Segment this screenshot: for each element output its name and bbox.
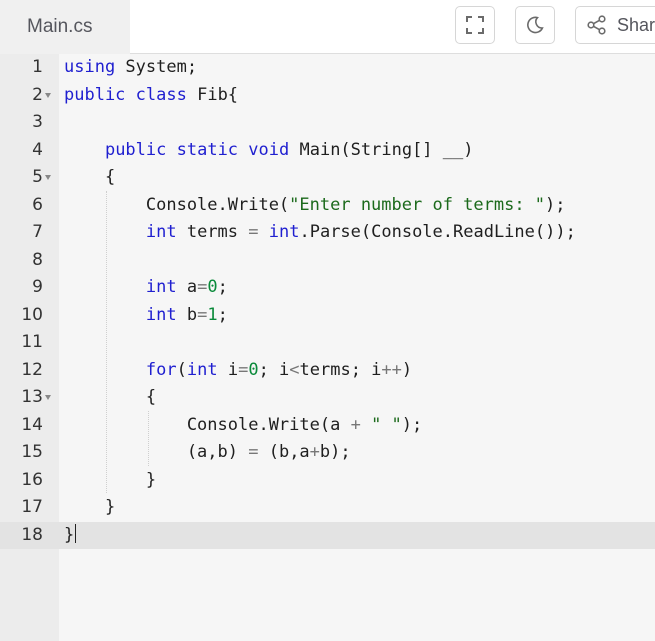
line-number: 9: [32, 277, 43, 297]
share-label: Share: [617, 14, 655, 35]
code-text: int b=1;: [145, 304, 228, 325]
code-line: 5 {: [0, 164, 655, 192]
line-number: 3: [32, 112, 43, 132]
code-line: 17 }: [0, 494, 655, 522]
code-text: }: [64, 523, 77, 545]
code-line: 4 public static void Main(String[] __): [0, 137, 655, 165]
code-line: 3: [0, 109, 655, 137]
code-text: Console.Write(a + " ");: [64, 414, 423, 435]
code-text: {: [64, 167, 116, 187]
line-number: 6: [32, 194, 43, 215]
line-number: 18: [21, 524, 43, 545]
fold-toggle-icon[interactable]: [45, 92, 51, 98]
code-line: 11: [0, 329, 655, 357]
line-number: 11: [21, 332, 43, 352]
fullscreen-icon: [466, 16, 484, 34]
code-text: int a=0;: [145, 277, 228, 297]
code-text: public class Fib{: [64, 84, 239, 105]
file-tab[interactable]: Main.cs: [0, 0, 130, 54]
code-line-active: 18 }: [0, 522, 655, 550]
line-number: 12: [21, 359, 43, 380]
code-line: 8: [0, 247, 655, 275]
code-line: 10 int b=1;: [0, 302, 655, 330]
code-text: int terms = int.Parse(Console.ReadLine()…: [145, 222, 576, 242]
theme-toggle-button[interactable]: [515, 6, 555, 44]
code-text: {: [64, 387, 157, 407]
code-line: 15 (a,b) = (b,a+b);: [0, 439, 655, 467]
code-editor[interactable]: 1 using System; 2 public class Fib{ 3 4 …: [0, 54, 655, 641]
code-text: for(int i=0; i<terms; i++): [145, 359, 413, 380]
moon-icon: [527, 16, 544, 34]
code-line: 16 }: [0, 467, 655, 495]
editor-topbar: Main.cs Share: [0, 0, 655, 54]
code-text: }: [64, 469, 157, 490]
code-text: public static void Main(String[] __): [104, 139, 474, 160]
file-tab-label: Main.cs: [27, 16, 93, 37]
line-number: 8: [32, 249, 43, 270]
line-number: 10: [21, 304, 43, 325]
fold-toggle-icon[interactable]: [45, 175, 51, 180]
code-line: 9 int a=0;: [0, 274, 655, 302]
code-line: 14 Console.Write(a + " ");: [0, 412, 655, 440]
code-text: (a,b) = (b,a+b);: [64, 442, 351, 462]
text-cursor: [75, 523, 77, 543]
code-text: }: [64, 497, 116, 517]
line-number: 2: [32, 84, 43, 105]
line-number: 4: [32, 139, 43, 160]
share-icon: [587, 15, 606, 35]
code-line: 7 int terms = int.Parse(Console.ReadLine…: [0, 219, 655, 247]
line-number: 5: [32, 167, 43, 187]
code-line: 13 {: [0, 384, 655, 412]
code-text: Console.Write("Enter number of terms: ")…: [64, 194, 566, 215]
code-line: 6 Console.Write("Enter number of terms: …: [0, 192, 655, 220]
line-number: 16: [21, 469, 43, 490]
line-number: 1: [32, 57, 43, 77]
share-button[interactable]: Share: [575, 6, 655, 44]
line-number: 14: [21, 414, 43, 435]
code-line: 1 using System;: [0, 54, 655, 82]
line-number: 15: [21, 442, 43, 462]
code-line: 12 for(int i=0; i<terms; i++): [0, 357, 655, 385]
line-number: 13: [21, 387, 43, 407]
fullscreen-button[interactable]: [455, 6, 495, 44]
line-number: 17: [21, 497, 43, 517]
code-line: 2 public class Fib{: [0, 82, 655, 110]
code-text: using System;: [64, 57, 198, 77]
line-number: 7: [32, 222, 43, 242]
fold-toggle-icon[interactable]: [45, 395, 51, 400]
